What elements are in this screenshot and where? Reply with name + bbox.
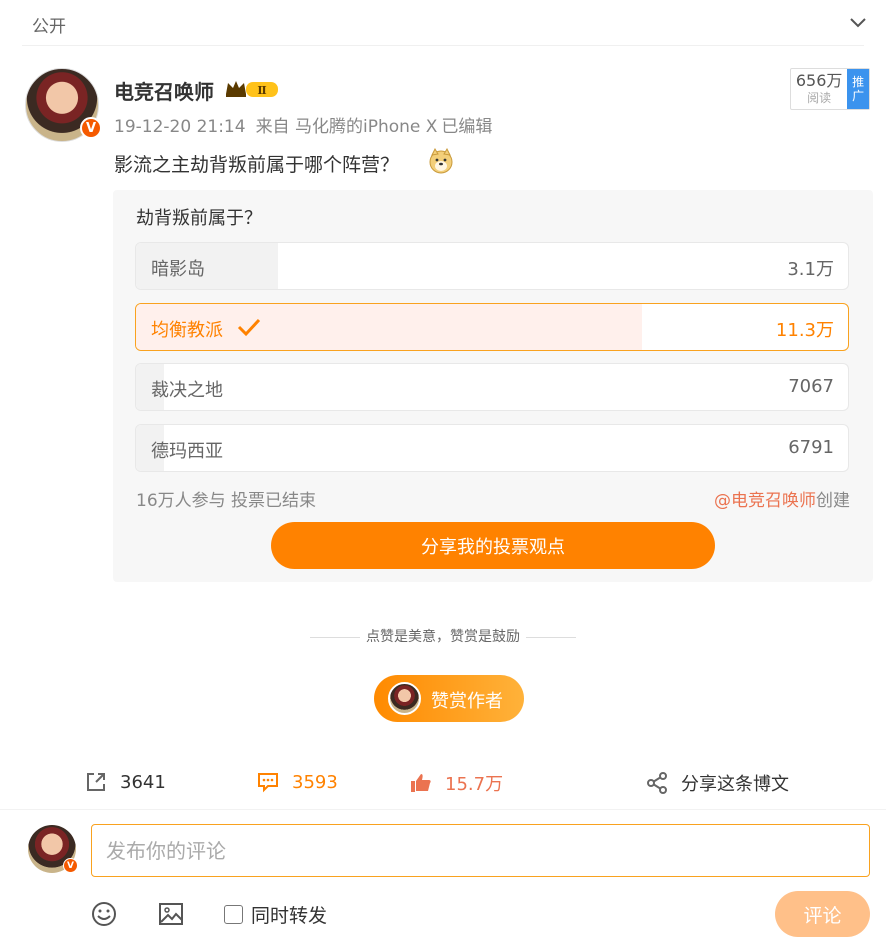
- comment-input[interactable]: [91, 824, 870, 877]
- poll-option-count: 11.3万: [775, 320, 834, 341]
- poll-option[interactable]: 裁决之地 7067: [135, 363, 849, 411]
- chevron-down-icon[interactable]: [848, 12, 868, 32]
- weibo-post-page: 公开 V 电竞召唤师 Ⅱ 19-12-20 21:14 来自 马化腾的iPhone…: [0, 0, 886, 949]
- poll-option-label: 德玛西亚: [151, 441, 223, 462]
- vip-level: Ⅱ: [257, 84, 266, 97]
- share-icon: [647, 772, 667, 794]
- poll-stats: 16万人参与 投票已结束: [136, 486, 316, 511]
- post-source: 来自 马化腾的iPhone X: [255, 117, 438, 137]
- author-avatar[interactable]: V: [25, 68, 102, 142]
- poll-question: 劫背叛前属于？: [136, 208, 262, 229]
- thumbs-up-icon: [411, 774, 431, 792]
- post-timestamp[interactable]: 19-12-20 21:14: [114, 117, 246, 137]
- poll-creator: @电竞召唤师创建: [714, 486, 850, 511]
- verified-badge: V: [80, 117, 102, 139]
- repost-button[interactable]: 3641: [84, 770, 166, 794]
- check-icon: [237, 318, 261, 337]
- emoji-icon[interactable]: [90, 900, 118, 928]
- post-text: 影流之主劫背叛前属于哪个阵营？: [114, 154, 400, 176]
- read-count-box: 656万 阅读 推 广: [790, 68, 870, 110]
- reward-button-label: 赞赏作者: [431, 691, 503, 712]
- divider: [310, 636, 360, 638]
- poll-option[interactable]: 暗影岛 3.1万: [135, 242, 849, 290]
- submit-comment-button[interactable]: 评论: [775, 891, 870, 937]
- promo-char: 推: [852, 75, 865, 89]
- promo-char: 广: [852, 89, 865, 103]
- promote-button[interactable]: 推 广: [847, 69, 869, 109]
- post-meta: 19-12-20 21:14 来自 马化腾的iPhone X 已编辑: [114, 112, 502, 137]
- poll-option-label: 均衡教派: [151, 320, 223, 341]
- poll-option-count: 6791: [788, 437, 834, 458]
- repost-checkbox-label: 同时转发: [251, 905, 328, 927]
- poll-option[interactable]: 德玛西亚 6791: [135, 424, 849, 472]
- like-count: 15.7万: [445, 774, 504, 795]
- poll-option-label: 裁决之地: [151, 380, 223, 401]
- post-action-bar: 3641 3593 15.7万 分享这条博文: [0, 760, 886, 810]
- reward-tip: 点赞是美意，赞赏是鼓励: [0, 626, 886, 646]
- creator-link[interactable]: @电竞召唤师: [714, 491, 816, 511]
- verified-badge: V: [63, 858, 78, 873]
- poll-status: 投票已结束: [231, 491, 317, 511]
- author-mini-avatar: [388, 682, 421, 715]
- reward-tip-text: 点赞是美意，赞赏是鼓励: [366, 629, 520, 645]
- poll-option-count: 7067: [788, 376, 834, 397]
- like-button[interactable]: 15.7万: [409, 770, 503, 796]
- creator-suffix: 创建: [816, 491, 850, 511]
- share-post-button[interactable]: 分享这条博文: [645, 770, 789, 796]
- share-post-label: 分享这条博文: [681, 774, 789, 795]
- author-name[interactable]: 电竞召唤师: [114, 76, 214, 105]
- repost-count: 3641: [120, 771, 166, 793]
- poll-option-count: 3.1万: [787, 259, 834, 280]
- repost-checkbox[interactable]: 同时转发: [224, 901, 327, 928]
- checkbox-box[interactable]: [224, 905, 243, 924]
- reward-author-button[interactable]: 赞赏作者: [374, 675, 524, 722]
- visibility-label: 公开: [32, 17, 66, 37]
- comment-button[interactable]: 3593: [256, 770, 338, 794]
- poll-card: 劫背叛前属于？ 暗影岛 3.1万 均衡教派 11.3万 裁决之地 7067 德玛…: [113, 190, 873, 582]
- poll-option-label: 暗影岛: [151, 259, 205, 280]
- share-vote-button[interactable]: 分享我的投票观点: [271, 522, 715, 569]
- repost-icon: [87, 773, 105, 791]
- doge-emoji-icon: [429, 148, 453, 174]
- divider: [0, 809, 886, 810]
- vip-crown-icon[interactable]: Ⅱ: [224, 78, 280, 100]
- image-icon[interactable]: [157, 900, 185, 928]
- divider: [526, 636, 576, 638]
- read-count: 656万: [795, 71, 843, 90]
- comment-count: 3593: [292, 771, 338, 793]
- divider: [22, 45, 864, 46]
- read-label: 阅读: [807, 91, 832, 105]
- poll-option-selected[interactable]: 均衡教派 11.3万: [135, 303, 849, 351]
- post-topbar: 公开: [0, 0, 886, 46]
- poll-participants: 16万人参与: [136, 491, 226, 511]
- edited-label[interactable]: 已编辑: [441, 117, 492, 137]
- comment-icon: [258, 773, 278, 793]
- my-avatar: V: [28, 825, 78, 873]
